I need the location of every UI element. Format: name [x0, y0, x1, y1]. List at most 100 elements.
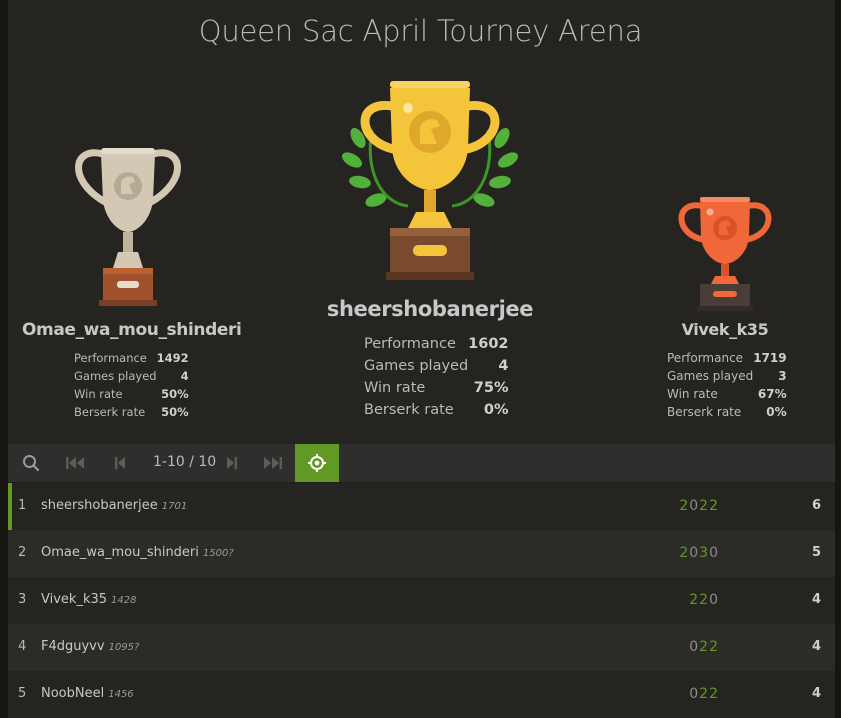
stat-value: 4	[180, 369, 189, 383]
stat-row: Berserk rate 0%	[667, 403, 787, 421]
silver-trophy-icon	[75, 148, 181, 306]
player-rating: 1428	[111, 595, 137, 606]
podium-second: Omae_wa_mou_shinderi Performance 1492 Gam…	[22, 140, 242, 430]
tournament-title: Queen Sac April Tourney Arena	[198, 14, 643, 48]
stat-label: Berserk rate	[364, 402, 454, 418]
player-name[interactable]: Omae_wa_mou_shinderi	[41, 545, 199, 560]
bronze-trophy-icon	[678, 197, 772, 311]
score-sheet: 2030	[679, 545, 719, 561]
game-score: 2	[689, 592, 700, 608]
stat-label: Games played	[667, 369, 754, 383]
row-player[interactable]: F4dguyvv 1095?	[41, 639, 139, 654]
stat-row: Games played 3	[667, 367, 787, 385]
stat-label: Games played	[74, 369, 157, 383]
row-player[interactable]: Omae_wa_mou_shinderi 1500?	[41, 545, 234, 560]
stat-value: 1492	[156, 351, 189, 365]
stat-label: Games played	[364, 358, 469, 374]
stat-value: 75%	[473, 380, 509, 396]
player-rating: 1701	[161, 501, 188, 512]
game-score: 2	[699, 686, 710, 702]
score-sheet: 022	[689, 686, 719, 702]
game-score: 0	[709, 592, 719, 608]
player-name[interactable]: sheershobanerjee	[41, 498, 158, 513]
stat-label: Win rate	[667, 387, 718, 401]
standings-pager: 1-10 / 10	[8, 444, 835, 483]
stat-value: 1602	[468, 336, 509, 352]
focus-me-button[interactable]	[295, 444, 339, 482]
score-sheet: 022	[689, 639, 719, 655]
standings-row[interactable]: 1 sheershobanerjee 1701 2022 6	[8, 483, 835, 530]
row-score: 4	[811, 686, 821, 701]
stat-value: 50%	[161, 405, 189, 419]
stat-row: Games played 4	[74, 367, 189, 385]
stat-label: Win rate	[364, 380, 426, 396]
next-page-icon	[227, 457, 237, 469]
gold-trophy-icon	[342, 81, 518, 280]
row-rank: 1	[18, 498, 27, 513]
player-rating: 1500?	[202, 548, 234, 559]
standings-row[interactable]: 5 NoobNeel 1456 022 4	[8, 671, 835, 718]
podium-first-name[interactable]: sheershobanerjee	[318, 297, 542, 321]
game-score: 2	[699, 592, 710, 608]
row-score: 4	[811, 639, 821, 654]
game-score: 0	[709, 545, 719, 561]
game-score: 2	[699, 498, 710, 514]
first-page-button[interactable]	[60, 444, 90, 482]
game-score: 3	[699, 545, 710, 561]
player-name[interactable]: Vivek_k35	[41, 592, 107, 607]
standings-row[interactable]: 2 Omae_wa_mou_shinderi 1500? 2030 5	[8, 530, 835, 577]
player-name[interactable]: NoobNeel	[41, 686, 104, 701]
search-button[interactable]	[16, 444, 46, 482]
stat-value: 1719	[753, 351, 787, 365]
search-icon	[23, 455, 40, 472]
prev-page-icon	[115, 457, 125, 469]
stat-row: Performance 1492	[74, 349, 189, 367]
row-score: 4	[811, 592, 821, 607]
podium-third-name[interactable]: Vivek_k35	[640, 320, 810, 339]
row-player[interactable]: NoobNeel 1456	[41, 686, 134, 701]
stat-row: Berserk rate 0%	[364, 399, 509, 421]
podium-second-name[interactable]: Omae_wa_mou_shinderi	[22, 320, 242, 340]
player-rating: 1095?	[108, 642, 140, 653]
score-sheet: 2022	[679, 498, 719, 514]
standings-row[interactable]: 3 Vivek_k35 1428 220 4	[8, 577, 835, 624]
game-score: 0	[689, 639, 700, 655]
first-page-icon	[66, 457, 84, 469]
last-page-button[interactable]	[258, 444, 288, 482]
stat-value: 0%	[766, 405, 787, 419]
game-score: 0	[689, 545, 700, 561]
stat-label: Performance	[667, 351, 744, 365]
game-score: 2	[709, 639, 719, 655]
prev-page-button[interactable]	[108, 444, 132, 482]
row-rank: 3	[18, 592, 27, 607]
stat-row: Berserk rate 50%	[74, 403, 189, 421]
row-player[interactable]: Vivek_k35 1428	[41, 592, 136, 607]
stat-row: Win rate 50%	[74, 385, 189, 403]
score-sheet: 220	[689, 592, 719, 608]
stat-label: Performance	[74, 351, 147, 365]
stat-row: Performance 1719	[667, 349, 787, 367]
game-score: 2	[709, 498, 719, 514]
podium-first: sheershobanerjee Performance 1602 Games p…	[318, 78, 542, 428]
stat-row: Win rate 75%	[364, 377, 509, 399]
game-score: 0	[689, 498, 700, 514]
game-score: 2	[699, 639, 710, 655]
stat-value: 0%	[483, 402, 509, 418]
standings-row[interactable]: 4 F4dguyvv 1095? 022 4	[8, 624, 835, 671]
next-page-button[interactable]	[220, 444, 244, 482]
podium-third: Vivek_k35 Performance 1719 Games played 3 …	[640, 190, 810, 430]
row-rank: 5	[18, 686, 27, 701]
stat-value: 67%	[757, 387, 787, 401]
podium-first-stats: Performance 1602 Games played 4 Win rate 75…	[364, 333, 509, 421]
game-score: 2	[709, 686, 719, 702]
stat-row: Win rate 67%	[667, 385, 787, 403]
player-name[interactable]: F4dguyvv	[41, 639, 105, 654]
stat-label: Berserk rate	[74, 405, 146, 419]
current-player-marker	[8, 483, 12, 530]
page-info: 1-10 / 10	[153, 454, 217, 470]
row-player[interactable]: sheershobanerjee 1701	[41, 498, 187, 513]
stat-value: 4	[498, 358, 509, 374]
row-score: 6	[811, 498, 821, 513]
row-score: 5	[811, 545, 821, 560]
stat-label: Berserk rate	[667, 405, 742, 419]
